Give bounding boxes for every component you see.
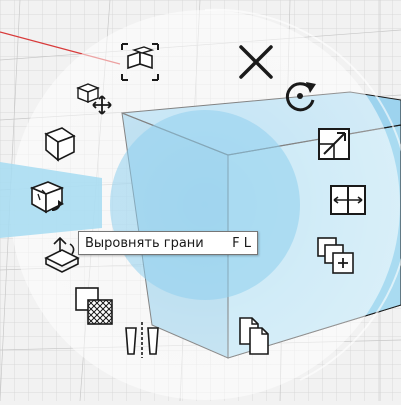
tooltip-shortcut: F L — [232, 235, 251, 251]
tooltip-label: Выровнять грани — [85, 235, 204, 251]
pattern-icon — [75, 287, 113, 325]
copy-icon — [239, 317, 269, 355]
mirror-tool[interactable] — [120, 318, 164, 362]
move-tool[interactable] — [72, 76, 116, 120]
close-menu-button[interactable] — [234, 40, 278, 84]
box-face-icon — [44, 127, 76, 162]
tool-tooltip: Выровнять грани F L — [78, 231, 258, 255]
mirror-icon — [125, 322, 159, 358]
rotate-tool[interactable] — [278, 74, 322, 118]
3d-viewport[interactable]: Выровнять грани F L — [0, 0, 401, 402]
pull-tool[interactable] — [38, 122, 82, 166]
pattern-tool[interactable] — [72, 284, 116, 328]
split-icon — [330, 185, 366, 215]
scale-tool[interactable] — [312, 122, 356, 166]
rotate-icon — [285, 82, 316, 112]
close-icon — [239, 45, 273, 79]
copy-tool[interactable] — [234, 314, 278, 358]
align-faces-icon — [29, 181, 65, 214]
scale-icon — [318, 128, 350, 160]
split-tool[interactable] — [326, 178, 370, 222]
offset-tool[interactable] — [314, 234, 358, 278]
box-select-icon — [121, 43, 159, 81]
box-select-tool[interactable] — [118, 40, 162, 84]
combine-icon — [44, 236, 80, 273]
offset-icon — [317, 237, 354, 274]
move-arrows-icon — [76, 83, 112, 115]
align-faces-tool[interactable] — [26, 178, 70, 222]
